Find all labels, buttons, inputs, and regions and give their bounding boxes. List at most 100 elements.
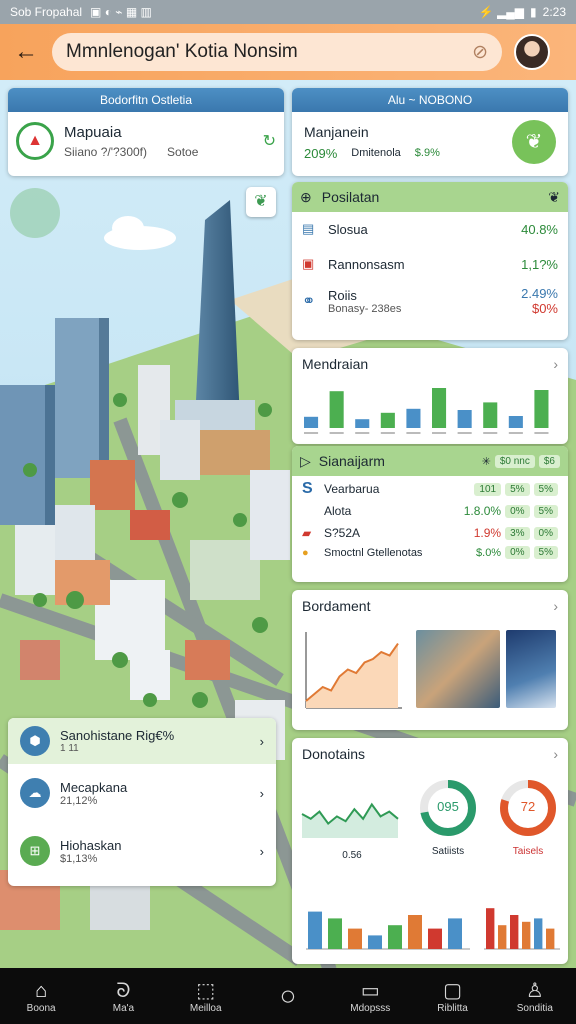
market-photo[interactable] — [416, 630, 500, 708]
refresh-icon[interactable]: ↻ — [263, 131, 276, 151]
bar — [388, 925, 402, 949]
chevron-right-icon[interactable]: › — [553, 356, 558, 372]
bar — [534, 390, 549, 428]
cloud-icon: ☁ — [20, 778, 50, 808]
analytics-card[interactable]: Donotains › 0.56 095 Satiists 72 Taisels — [292, 738, 568, 964]
nav-docs[interactable]: ▭ Mdopsss — [338, 979, 402, 1014]
leaf-badge-icon: ❦ — [512, 120, 556, 164]
box-icon: ⬚ — [196, 979, 216, 1002]
chain-icon: ⚭ — [302, 293, 316, 310]
bar — [406, 408, 421, 428]
gesture-icon: ᘐ — [116, 979, 131, 1002]
leaf-map-button[interactable]: ❦ — [246, 187, 276, 217]
bar-chart-left — [306, 911, 470, 950]
right-card-value: 209% — [304, 145, 338, 161]
bar — [328, 918, 342, 949]
nav-home[interactable]: ⌂ Boona — [9, 979, 73, 1014]
list-item[interactable]: ⚭ Roiis Bonasy- 238es 2.49% $0% — [292, 282, 568, 320]
list-item[interactable]: ☁ Mecapkana 21,12% › — [8, 764, 276, 822]
chevron-right-icon[interactable]: › — [260, 844, 264, 859]
poster-photo[interactable] — [506, 630, 556, 708]
tick — [483, 432, 498, 434]
back-arrow-icon[interactable]: ← — [0, 38, 52, 66]
bar — [368, 935, 382, 949]
area-chart — [305, 632, 402, 709]
doc-icon: ▤ — [302, 221, 315, 236]
bar-chart-right — [484, 908, 560, 950]
media-card-title: Bordament — [302, 598, 371, 614]
bar — [329, 391, 344, 428]
bar — [348, 928, 362, 949]
avatar[interactable] — [514, 34, 550, 70]
nav-profile[interactable]: ♙ Sonditia — [503, 979, 567, 1014]
user-icon: ♙ — [525, 979, 544, 1002]
list-item[interactable]: ⬢ Sanohistane Rig€% 1 11 › — [8, 718, 276, 764]
home-icon: ⌂ — [35, 979, 48, 1002]
bar — [304, 416, 319, 428]
bar — [508, 416, 523, 428]
right-card-action[interactable]: Dmitenola — [351, 147, 401, 159]
media-card[interactable]: Bordament › — [292, 590, 568, 730]
donut1-label: Satiists — [431, 846, 465, 857]
right-card-header: Alu ~ NOBONO — [292, 88, 568, 112]
folder-icon: ▭ — [360, 979, 380, 1002]
nav-map[interactable]: ᘐ Ma'a — [91, 979, 155, 1014]
search-field[interactable]: Mmnlenogan' Kotia Nonsim ⊘ — [52, 33, 502, 71]
spark-icon: ✳ — [481, 455, 491, 468]
bar — [428, 928, 442, 949]
table-row[interactable]: ● Smoctnl Gtellenotas $.0% 0% 5% — [292, 542, 568, 563]
map-pin-icon: ⬢ — [20, 726, 50, 756]
bar — [486, 908, 495, 949]
bar-chart — [304, 388, 549, 434]
tick — [380, 432, 395, 434]
bar-chart-card[interactable]: Mendraian › — [292, 348, 568, 444]
chevron-right-icon[interactable]: › — [260, 734, 264, 749]
signal-icon: ⚡ ▂▄▆ — [478, 5, 525, 19]
right-card-pct: $.9% — [414, 147, 440, 159]
left-card-action[interactable]: Sotoe — [167, 145, 198, 159]
stats-header: ▷ Sianaijarm ✳ $0 nnc $6 — [292, 446, 568, 476]
circle-icon: ○ — [279, 980, 297, 1011]
bar — [432, 388, 447, 428]
table-row[interactable]: Alota 1.8.0% 0% 5% — [292, 502, 568, 520]
bar — [355, 419, 370, 428]
leaf-icon[interactable]: ❦ — [548, 189, 560, 206]
list-item[interactable]: ▣ Rannonsasm 1,1?% — [292, 246, 568, 282]
tick — [457, 432, 472, 434]
notification-icons: ▣ ◐ ⌁ ▦ ▥ — [90, 5, 152, 19]
battery-icon: ▮ — [530, 5, 537, 19]
table-row[interactable]: S Vearbarua 101 5% 5% — [292, 476, 568, 502]
status-left-text: Sob Fropahal — [10, 5, 83, 19]
left-info-card[interactable]: Bodorfitn Ostletia ▲ Mapuaia Siiano ?/'?… — [8, 88, 284, 176]
add-circle-icon[interactable]: ⊕ — [300, 189, 312, 206]
nav-box[interactable]: ⬚ Meilloa — [174, 979, 238, 1014]
tick — [534, 432, 549, 434]
donut2-value: 72 — [520, 799, 536, 814]
right-card-title: Manjanein — [304, 123, 369, 140]
list-item[interactable]: ▤ Slosua 40.8% — [292, 212, 568, 246]
nav-gallery[interactable]: ▢ Riblitta — [421, 979, 485, 1014]
chevron-right-icon[interactable]: › — [553, 746, 558, 762]
table-row[interactable]: ▰ S?52A 1.9% 3% 0% — [292, 520, 568, 542]
red-tag-icon: ▰ — [302, 526, 312, 540]
chevron-right-icon[interactable]: › — [260, 786, 264, 801]
stats-title: Sianaijarm — [318, 453, 385, 469]
mic-icon[interactable]: ⊘ — [472, 41, 488, 64]
status-bar: Sob Fropahal ▣ ◐ ⌁ ▦ ▥ ⚡ ▂▄▆ ▮ 2:23 — [0, 0, 576, 24]
left-card-subtitle: Siiano ?/'?300f) — [64, 144, 148, 159]
chevron-right-icon[interactable]: › — [553, 598, 558, 614]
tick — [406, 432, 421, 434]
grid-icon: ⊞ — [20, 836, 50, 866]
tick — [432, 432, 447, 434]
right-info-card[interactable]: Alu ~ NOBONO Manjanein 209% Dmitenola $.… — [292, 88, 568, 176]
list-item[interactable]: ⊞ Hiohaskan $1,13% › — [8, 822, 276, 880]
stats-card[interactable]: ▷ Sianaijarm ✳ $0 nnc $6 S Vearbarua 101… — [292, 446, 568, 582]
bottom-navigation: ⌂ Boona ᘐ Ma'a ⬚ Meilloa ○ ▭ Mdopsss ▢ Riblit… — [0, 968, 576, 1024]
indicator-list-header: ⊕ Posilatan ❦ — [292, 182, 568, 212]
s-logo-icon: S — [302, 480, 313, 497]
indicator-list-panel: ⊕ Posilatan ❦ ▤ Slosua 40.8% ▣ Rannonsas… — [292, 182, 568, 340]
play-icon[interactable]: ▷ — [300, 453, 311, 470]
bar — [534, 918, 543, 949]
nav-center[interactable]: ○ — [256, 980, 320, 1011]
analytics-card-title: Donotains — [302, 746, 366, 762]
